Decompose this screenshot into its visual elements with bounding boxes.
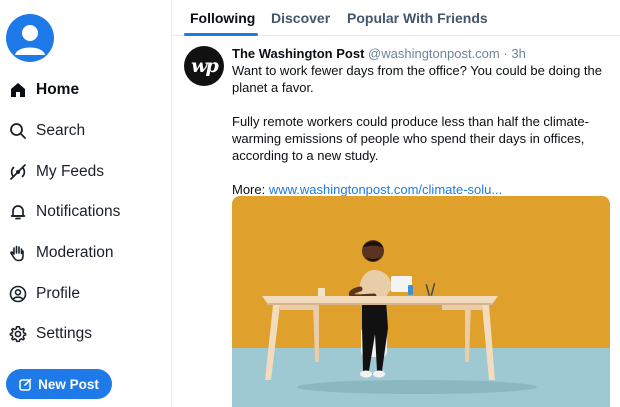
sidebar-item-label: Notifications bbox=[36, 203, 121, 221]
meta-separator: · bbox=[503, 46, 508, 61]
sidebar-item-label: Settings bbox=[36, 325, 93, 343]
post-paragraph: Fully remote workers could produce less … bbox=[232, 114, 589, 163]
sidebar-item-my-feeds[interactable]: My Feeds bbox=[6, 151, 166, 192]
post-body: Want to work fewer days from the office?… bbox=[232, 62, 612, 215]
sidebar-item-label: Profile bbox=[36, 284, 80, 302]
user-silhouette-icon bbox=[15, 25, 45, 55]
sidebar-item-label: Search bbox=[36, 122, 86, 140]
new-post-label: New Post bbox=[38, 376, 99, 392]
sidebar-item-home[interactable]: Home bbox=[6, 70, 166, 111]
sidebar-item-moderation[interactable]: Moderation bbox=[6, 233, 166, 274]
home-icon bbox=[8, 80, 28, 100]
sidebar-item-settings[interactable]: Settings bbox=[6, 314, 166, 355]
sidebar-item-label: My Feeds bbox=[36, 162, 105, 180]
sidebar-nav: Home Search My Feeds Notifications Moder… bbox=[6, 70, 166, 355]
sidebar-item-profile[interactable]: Profile bbox=[6, 273, 166, 314]
profile-icon bbox=[8, 284, 28, 304]
gear-icon bbox=[8, 324, 28, 344]
sidebar-item-search[interactable]: Search bbox=[6, 111, 166, 152]
feeds-icon bbox=[8, 162, 28, 182]
tab-discover[interactable]: Discover bbox=[271, 10, 330, 26]
post-image[interactable] bbox=[232, 196, 610, 407]
post-author-handle[interactable]: @washingtonpost.com bbox=[368, 46, 500, 61]
post-header: The Washington Post @washingtonpost.com … bbox=[232, 46, 526, 61]
sidebar-item-notifications[interactable]: Notifications bbox=[6, 192, 166, 233]
feed-tabs: Following Discover Popular With Friends bbox=[172, 0, 620, 36]
hand-icon bbox=[8, 243, 28, 263]
search-icon bbox=[8, 121, 28, 141]
user-avatar[interactable] bbox=[6, 14, 54, 62]
post-author-avatar[interactable]: wp bbox=[184, 46, 224, 86]
sidebar-divider bbox=[171, 0, 172, 407]
bell-icon bbox=[8, 202, 28, 222]
tab-popular-with-friends[interactable]: Popular With Friends bbox=[347, 10, 488, 26]
post-author-name[interactable]: The Washington Post bbox=[232, 46, 364, 61]
illustration-remote-worker-at-desk bbox=[232, 196, 610, 407]
tab-following[interactable]: Following bbox=[190, 10, 255, 26]
new-post-button[interactable]: New Post bbox=[6, 369, 112, 399]
post-paragraph: Want to work fewer days from the office?… bbox=[232, 63, 602, 95]
sidebar-item-label: Moderation bbox=[36, 244, 114, 262]
active-tab-indicator bbox=[184, 33, 258, 36]
sidebar: Home Search My Feeds Notifications Moder… bbox=[0, 0, 172, 407]
compose-icon bbox=[19, 378, 32, 391]
post-link[interactable]: www.washingtonpost.com/climate-solu... bbox=[269, 182, 502, 197]
sidebar-item-label: Home bbox=[36, 81, 80, 99]
post-timestamp[interactable]: 3h bbox=[511, 46, 525, 61]
more-label: More: bbox=[232, 182, 266, 197]
